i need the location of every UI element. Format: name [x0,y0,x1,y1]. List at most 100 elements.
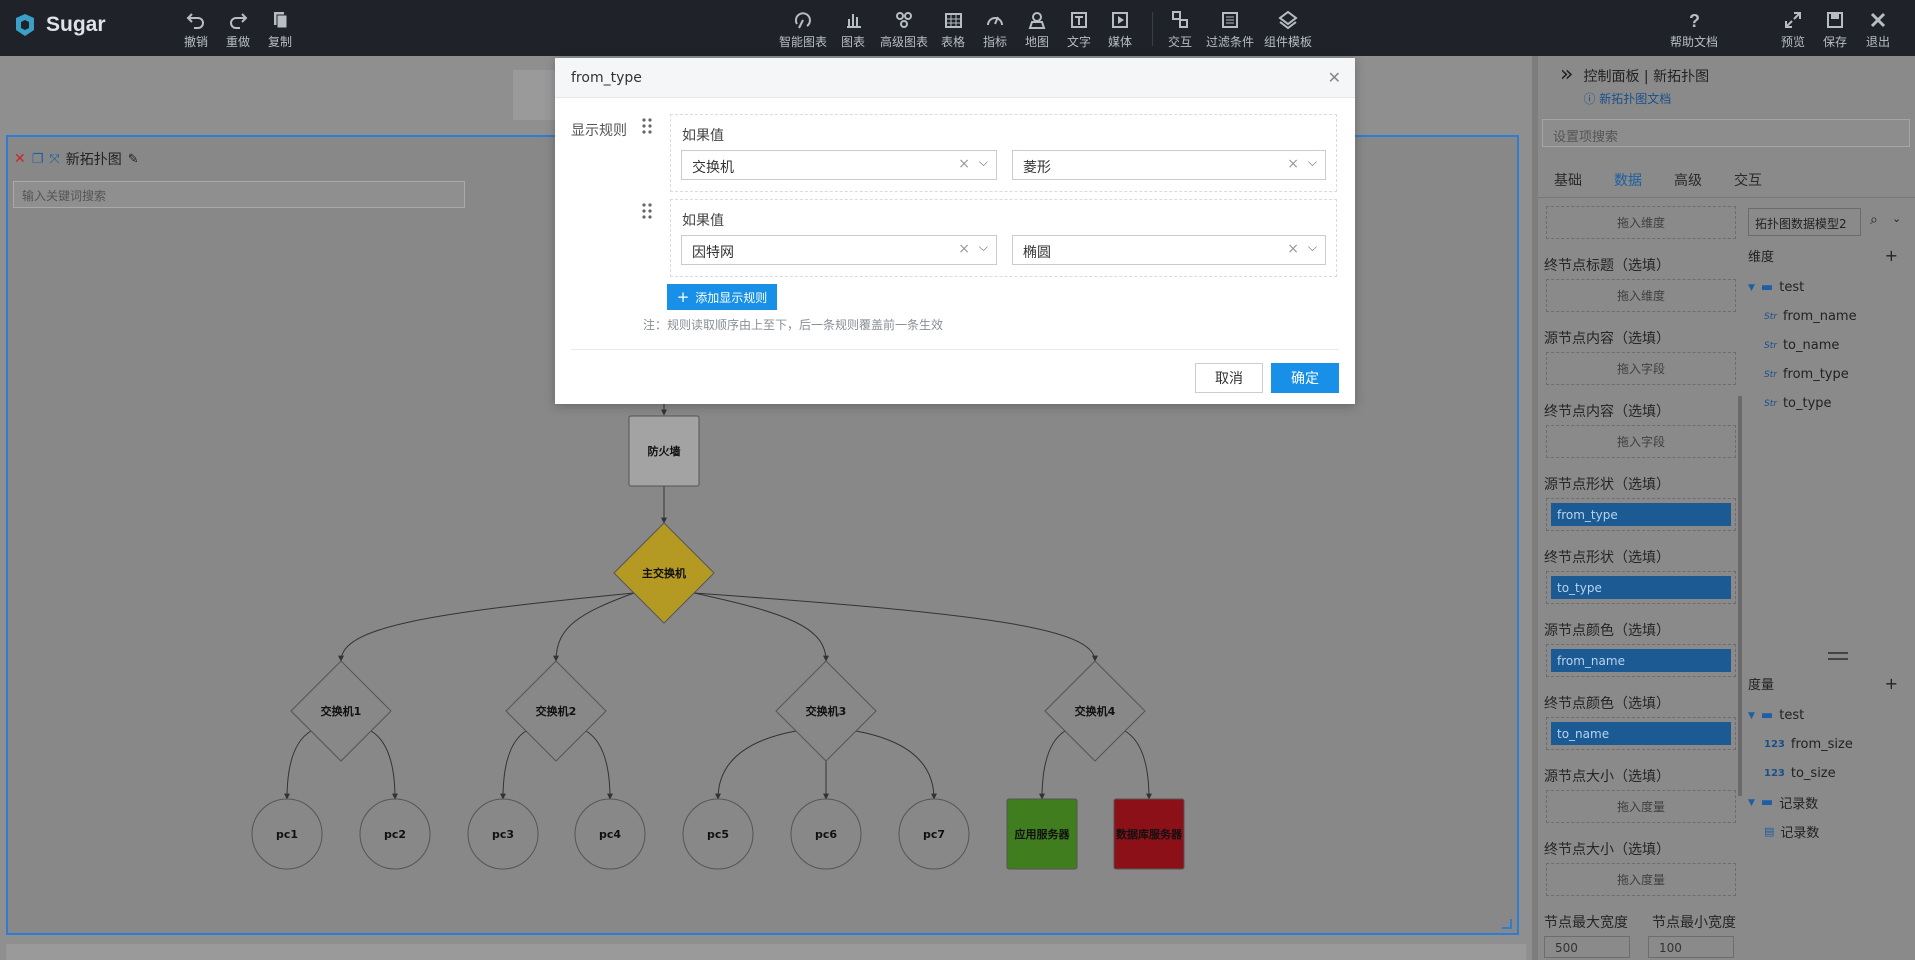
tree-field[interactable]: 123 from_size [1748,730,1913,759]
chevron-down-icon[interactable]: ⌄ [1892,212,1901,225]
tree-field[interactable]: ▤ 记录数 [1748,817,1913,846]
toolbar-separator [1152,12,1153,46]
toolbar-label: 表格 [941,35,966,49]
node-width-labels: 节点最大宽度 节点最小宽度 [1544,912,1742,932]
interaction-icon [1172,11,1188,28]
tree-folder[interactable]: ▼ ▬ test [1748,273,1913,302]
resize-handle[interactable] [1502,919,1512,929]
toolbar-bar-chart-button[interactable]: 图表 [841,10,865,50]
rule-value-select[interactable]: 交换机 × ⌵ [681,150,997,180]
cancel-button[interactable]: 取消 [1195,363,1263,393]
svg-text:?: ? [1689,11,1700,30]
clear-icon[interactable]: × [958,156,970,172]
field-chip[interactable]: from_name [1551,649,1731,672]
toolbar-advanced-chart-button[interactable]: 高级图表 [880,10,928,50]
field-drop-zone[interactable]: 拖入维度 [1546,279,1736,312]
tree-field[interactable]: Str from_type [1748,360,1913,389]
field-chip[interactable]: to_type [1551,576,1731,599]
width-input[interactable]: 100 [1648,936,1734,958]
add-measure-icon[interactable]: + [1885,674,1898,693]
tab-交互[interactable]: 交互 [1718,162,1778,198]
dialog-title: from_type [571,70,642,86]
toolbar-interaction-button[interactable]: 交互 [1168,10,1192,50]
copy-icon [274,12,288,29]
toolbar-redo-button[interactable]: 重做 [226,10,250,50]
split-handle[interactable] [1828,652,1848,660]
folder-label: test [1779,280,1805,295]
tree-folder[interactable]: ▼ ▬ 记录数 [1748,788,1913,817]
filter-icon [1222,12,1238,28]
toolbar-filter-button[interactable]: 过滤条件 [1206,10,1254,50]
tab-数据[interactable]: 数据 [1598,162,1658,198]
tree-field[interactable]: Str to_name [1748,331,1913,360]
plus-icon: + [676,288,690,306]
add-dimension-icon[interactable]: + [1885,246,1898,265]
toolbar-expand-button[interactable]: 预览 [1781,10,1805,50]
add-rule-button[interactable]: + 添加显示规则 [667,284,777,310]
toolbar-table-button[interactable]: 表格 [941,10,965,50]
drag-handle-icon[interactable] [640,117,654,135]
tree-folder[interactable]: ▼ ▬ test [1748,701,1913,730]
rule-shape-select[interactable]: 椭圆 × ⌵ [1012,235,1326,265]
drag-handle-icon[interactable] [640,202,654,220]
field-slot-filled[interactable]: from_type [1546,498,1736,531]
clear-icon[interactable]: × [1287,241,1299,257]
toolbar-label: 预览 [1781,35,1806,49]
field-label: 源节点形状（选填） [1544,477,1670,493]
field-drop-zone[interactable]: 拖入字段 [1546,425,1736,458]
edit-icon[interactable]: ✎ [128,152,139,167]
tree-field[interactable]: Str from_name [1748,302,1913,331]
help-icon: ? [1689,11,1700,30]
field-slot-filled[interactable]: from_name [1546,644,1736,677]
toolbar-gauge-button[interactable]: 指标 [983,10,1007,50]
toolbar-copy-button[interactable]: 复制 [268,10,292,50]
field-drop-zone[interactable]: 拖入度量 [1546,863,1736,896]
field-slot-filled[interactable]: to_type [1546,571,1736,604]
search-icon[interactable]: ⌕ [1870,212,1878,228]
graph-search-input[interactable]: 输入关键词搜索 [13,181,465,208]
toolbar-map-pin-button[interactable]: 地图 [1025,10,1049,50]
tree-field[interactable]: Str to_type [1748,389,1913,418]
tab-高级[interactable]: 高级 [1658,162,1718,198]
record-count-icon: ▤ [1764,825,1775,838]
chevron-down-icon: ⌵ [978,155,988,169]
toolbar-label: 复制 [268,35,293,49]
field-slot-filled[interactable]: to_name [1546,717,1736,750]
field-drop-zone[interactable]: 拖入字段 [1546,352,1736,385]
copy-icon[interactable]: ❐ [32,152,44,167]
select-value: 交换机 [692,160,734,176]
field-chip[interactable]: from_type [1551,503,1731,526]
toolbar-text-button[interactable]: 文字 [1067,10,1091,50]
rule-shape-select[interactable]: 菱形 × ⌵ [1012,150,1326,180]
field-name: to_size [1790,766,1836,781]
delete-icon[interactable]: ✕ [14,151,26,167]
toolbar-media-button[interactable]: 媒体 [1108,10,1132,50]
toolbar-label: 图表 [841,35,866,49]
field-chip[interactable]: to_name [1551,722,1731,745]
confirm-button[interactable]: 确定 [1271,363,1339,393]
clear-icon[interactable]: × [1287,156,1299,172]
collapse-panel-icon[interactable]: » [1560,64,1573,86]
toolbar-close-button[interactable]: 退出 [1866,10,1890,50]
string-type-icon: Str [1764,398,1777,409]
clear-icon[interactable]: × [958,241,970,257]
toolbar-smart-chart-button[interactable]: 智能图表 [779,10,827,50]
toolbar-undo-button[interactable]: 撤销 [184,10,208,50]
rule-value-select[interactable]: 因特网 × ⌵ [681,235,997,265]
fields-scrollbar[interactable] [1738,396,1742,796]
close-icon[interactable]: ✕ [1328,68,1341,87]
display-rule-label: 显示规则 [571,123,627,139]
model-select[interactable]: 拓扑图数据模型2 [1748,208,1861,236]
fullscreen-icon[interactable]: ⤧ [49,152,59,167]
width-input[interactable]: 500 [1544,936,1630,958]
tab-基础[interactable]: 基础 [1538,162,1598,198]
tree-field[interactable]: 123 to_size [1748,759,1913,788]
toolbar-help-button[interactable]: ? 帮助文档 [1670,10,1718,50]
settings-search-input[interactable]: 设置项搜索 [1542,119,1910,147]
toolbar-save-button[interactable]: 保存 [1823,10,1847,50]
field-drop-zone[interactable]: 拖入维度 [1546,206,1736,239]
doc-link[interactable]: ⓘ 新拓扑图文档 [1583,90,1709,107]
toolbar-template-button[interactable]: 组件模板 [1264,10,1312,50]
field-name: to_name [1782,338,1840,353]
field-drop-zone[interactable]: 拖入度量 [1546,790,1736,823]
